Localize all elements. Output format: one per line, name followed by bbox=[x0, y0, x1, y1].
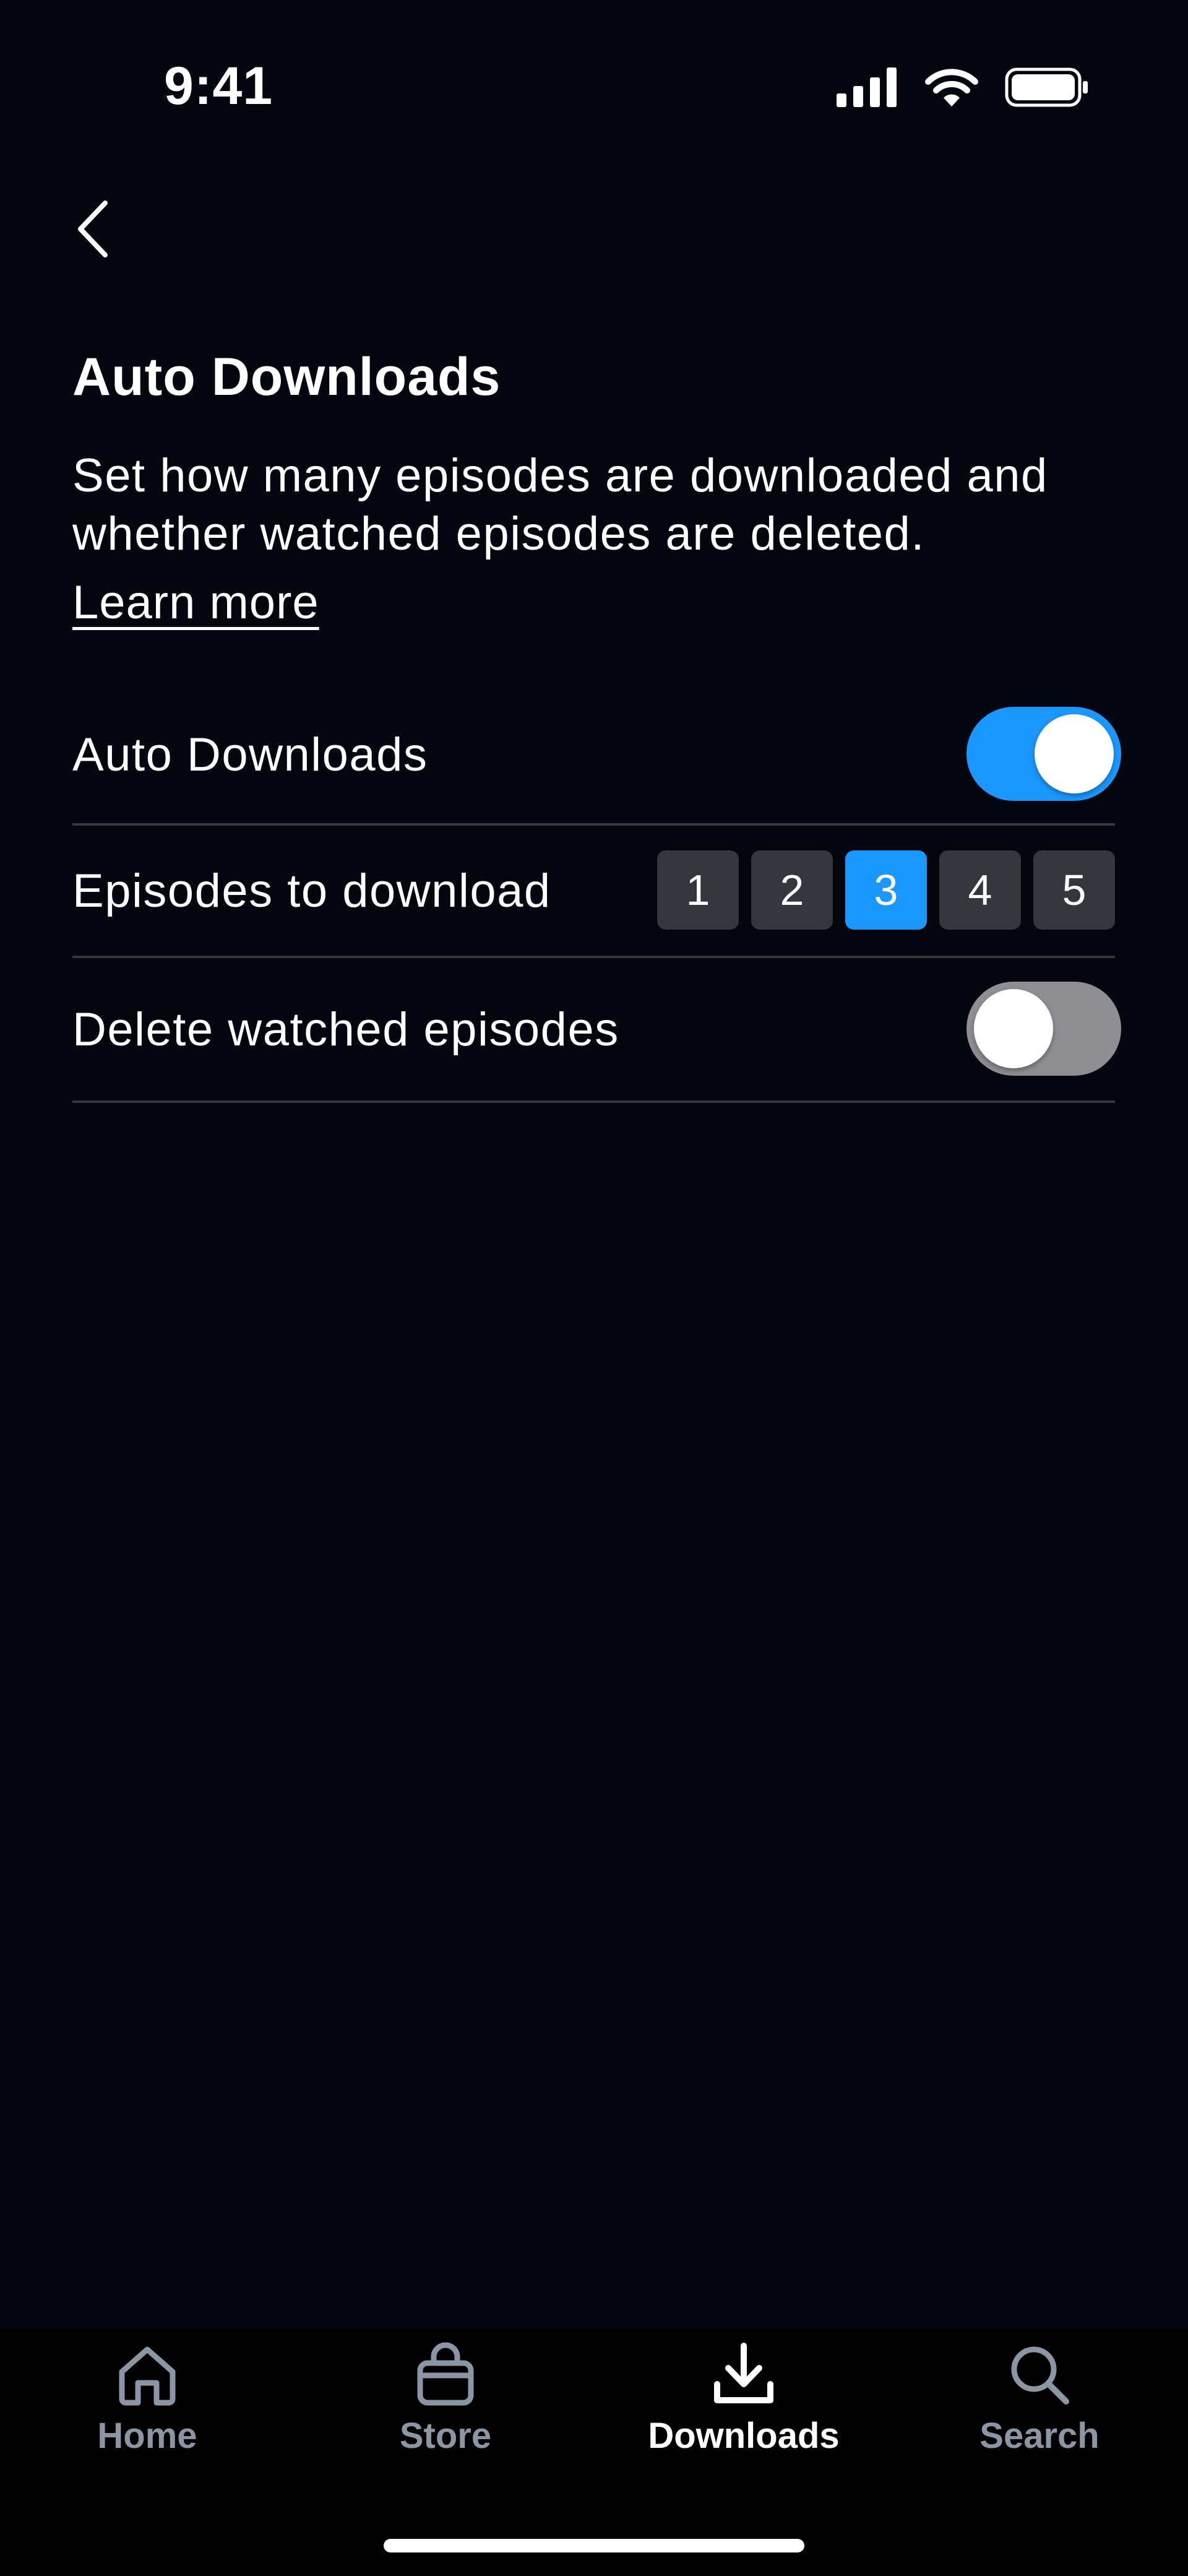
episode-count-1-button[interactable]: 1 bbox=[657, 850, 739, 930]
tab-label: Store bbox=[399, 2416, 492, 2456]
toggle-knob bbox=[1035, 714, 1114, 793]
delete-watched-row: Delete watched episodes bbox=[72, 958, 1121, 1103]
home-indicator[interactable] bbox=[384, 2539, 804, 2552]
status-bar: 9:41 bbox=[0, 0, 1188, 161]
page-description: Set how many episodes are downloaded and… bbox=[72, 449, 1048, 560]
episode-count-4-button[interactable]: 4 bbox=[939, 850, 1021, 930]
status-icons bbox=[837, 67, 1089, 108]
episode-count-2-button[interactable]: 2 bbox=[751, 850, 833, 930]
home-icon bbox=[119, 2346, 176, 2406]
search-icon bbox=[1011, 2346, 1069, 2405]
wifi-icon bbox=[925, 69, 978, 106]
bag-icon bbox=[417, 2342, 474, 2406]
episode-count-5-button[interactable]: 5 bbox=[1033, 850, 1115, 930]
tab-label: Search bbox=[979, 2416, 1100, 2456]
auto-downloads-row: Auto Downloads bbox=[72, 687, 1121, 826]
toggle-knob bbox=[974, 989, 1053, 1068]
episodes-to-download-row: Episodes to download 1 2 3 4 5 bbox=[72, 826, 1115, 958]
auto-downloads-toggle[interactable] bbox=[966, 707, 1121, 801]
battery-icon bbox=[1005, 67, 1088, 107]
auto-downloads-label: Auto Downloads bbox=[72, 728, 428, 781]
tab-label: Downloads bbox=[648, 2416, 840, 2456]
learn-more-link[interactable]: Learn more bbox=[72, 576, 319, 629]
chevron-left-icon bbox=[78, 201, 108, 257]
episode-count-selector: 1 2 3 4 5 bbox=[657, 850, 1115, 930]
tab-label: Home bbox=[97, 2416, 197, 2456]
tab-search[interactable]: Search bbox=[922, 2341, 1157, 2514]
delete-watched-toggle[interactable] bbox=[966, 982, 1121, 1076]
tab-home[interactable]: Home bbox=[30, 2341, 265, 2514]
cellular-signal-icon bbox=[837, 67, 897, 107]
page-title: Auto Downloads bbox=[72, 347, 501, 407]
episode-count-3-button[interactable]: 3 bbox=[845, 850, 927, 930]
download-icon bbox=[714, 2343, 773, 2403]
tab-store[interactable]: Store bbox=[328, 2341, 563, 2514]
episodes-to-download-label: Episodes to download bbox=[72, 865, 551, 917]
back-button[interactable] bbox=[62, 198, 124, 260]
delete-watched-label: Delete watched episodes bbox=[72, 1003, 619, 1056]
status-time: 9:41 bbox=[164, 56, 273, 116]
tab-downloads[interactable]: Downloads bbox=[626, 2341, 861, 2514]
